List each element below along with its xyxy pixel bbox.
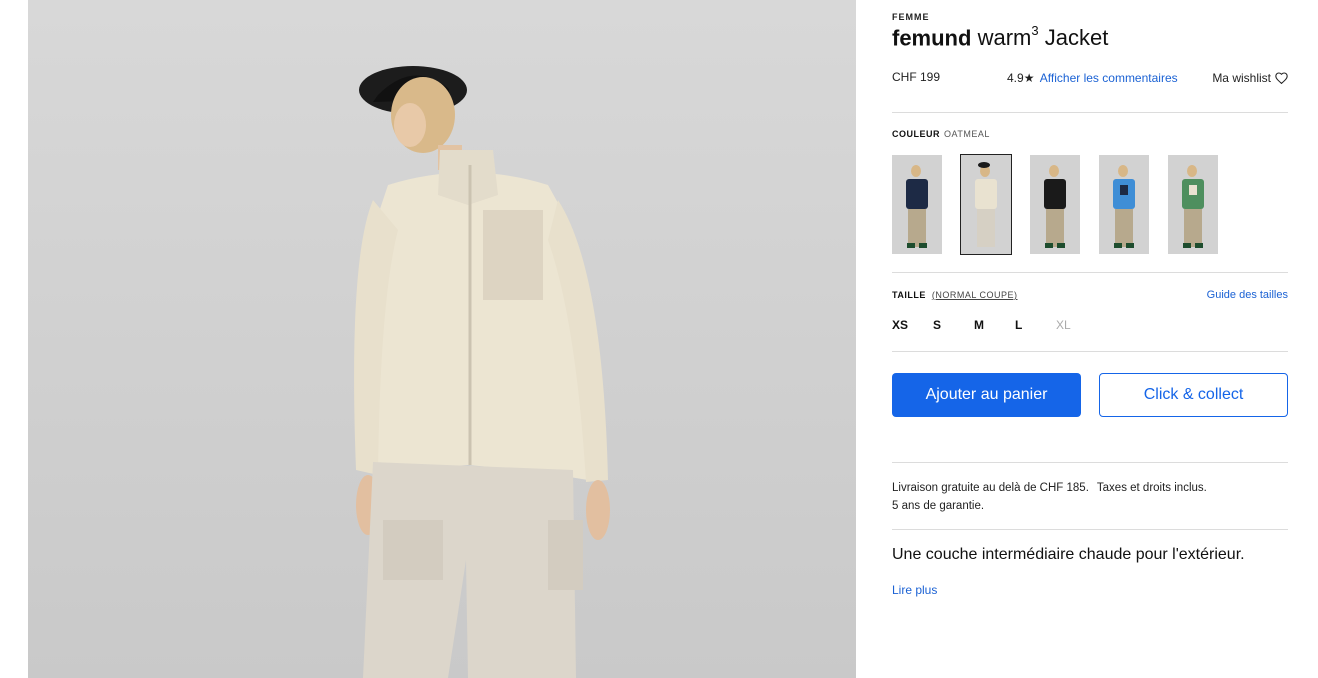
product-price: CHF 199 [892, 70, 941, 84]
divider [892, 351, 1288, 352]
warranty-text: 5 ans de garantie. [892, 500, 985, 512]
color-swatch-green[interactable] [1168, 155, 1218, 254]
divider [892, 272, 1288, 273]
click-collect-button[interactable]: Click & collect [1099, 373, 1288, 417]
wishlist-button[interactable]: Ma wishlist [1212, 71, 1288, 85]
divider [892, 112, 1288, 113]
taxes-text: Taxes et droits inclus. [1096, 482, 1207, 494]
reviews-link[interactable]: Afficher les commentaires [1040, 71, 1178, 85]
divider [892, 529, 1288, 530]
heart-icon [1275, 72, 1288, 84]
color-swatches [892, 154, 1218, 255]
color-label: COULEUR OATMEAL [892, 129, 990, 139]
star-icon: ★ [1023, 71, 1035, 85]
selected-color: OATMEAL [944, 129, 990, 139]
product-brand: femund [892, 25, 972, 51]
wishlist-label: Ma wishlist [1212, 71, 1271, 85]
size-options: XS S M L XL [892, 318, 1097, 332]
size-option-xl[interactable]: XL [1056, 318, 1097, 332]
read-more-link[interactable]: Lire plus [892, 583, 937, 597]
size-header: TAILLE (NORMAL COUPE) Guide des tailles [892, 289, 1288, 301]
size-option-m[interactable]: M [974, 318, 1015, 332]
color-swatch-blue[interactable] [1099, 155, 1149, 254]
shipping-info: Livraison gratuite au delà de CHF 185. Ta… [892, 479, 1207, 515]
color-swatch-navy[interactable] [892, 155, 942, 254]
product-description: Une couche intermédiaire chaude pour l'e… [892, 546, 1245, 563]
model-illustration [354, 66, 610, 678]
size-option-s[interactable]: S [933, 318, 974, 332]
size-guide-link[interactable]: Guide des tailles [1207, 289, 1288, 301]
add-to-cart-button[interactable]: Ajouter au panier [892, 373, 1081, 417]
size-option-l[interactable]: L [1015, 318, 1056, 332]
color-swatch-black[interactable] [1030, 155, 1080, 254]
fit-link[interactable]: (NORMAL COUPE) [932, 290, 1018, 300]
product-title: femund warm3 Jacket [892, 23, 1109, 51]
divider [892, 462, 1288, 463]
size-option-xs[interactable]: XS [892, 318, 933, 332]
color-swatch-oatmeal[interactable] [960, 154, 1012, 255]
size-label: TAILLE [892, 290, 926, 300]
product-details-panel: FEMME femund warm3 Jacket CHF 199 4.9★ A… [892, 0, 1288, 678]
rating: 4.9★ Afficher les commentaires [1007, 71, 1178, 85]
rating-value: 4.9 [1007, 71, 1024, 85]
free-delivery-text: Livraison gratuite au delà de CHF 185. [892, 482, 1089, 494]
product-category: FEMME [892, 12, 930, 22]
product-image[interactable] [28, 0, 856, 678]
product-model: warm3 Jacket [977, 23, 1109, 51]
